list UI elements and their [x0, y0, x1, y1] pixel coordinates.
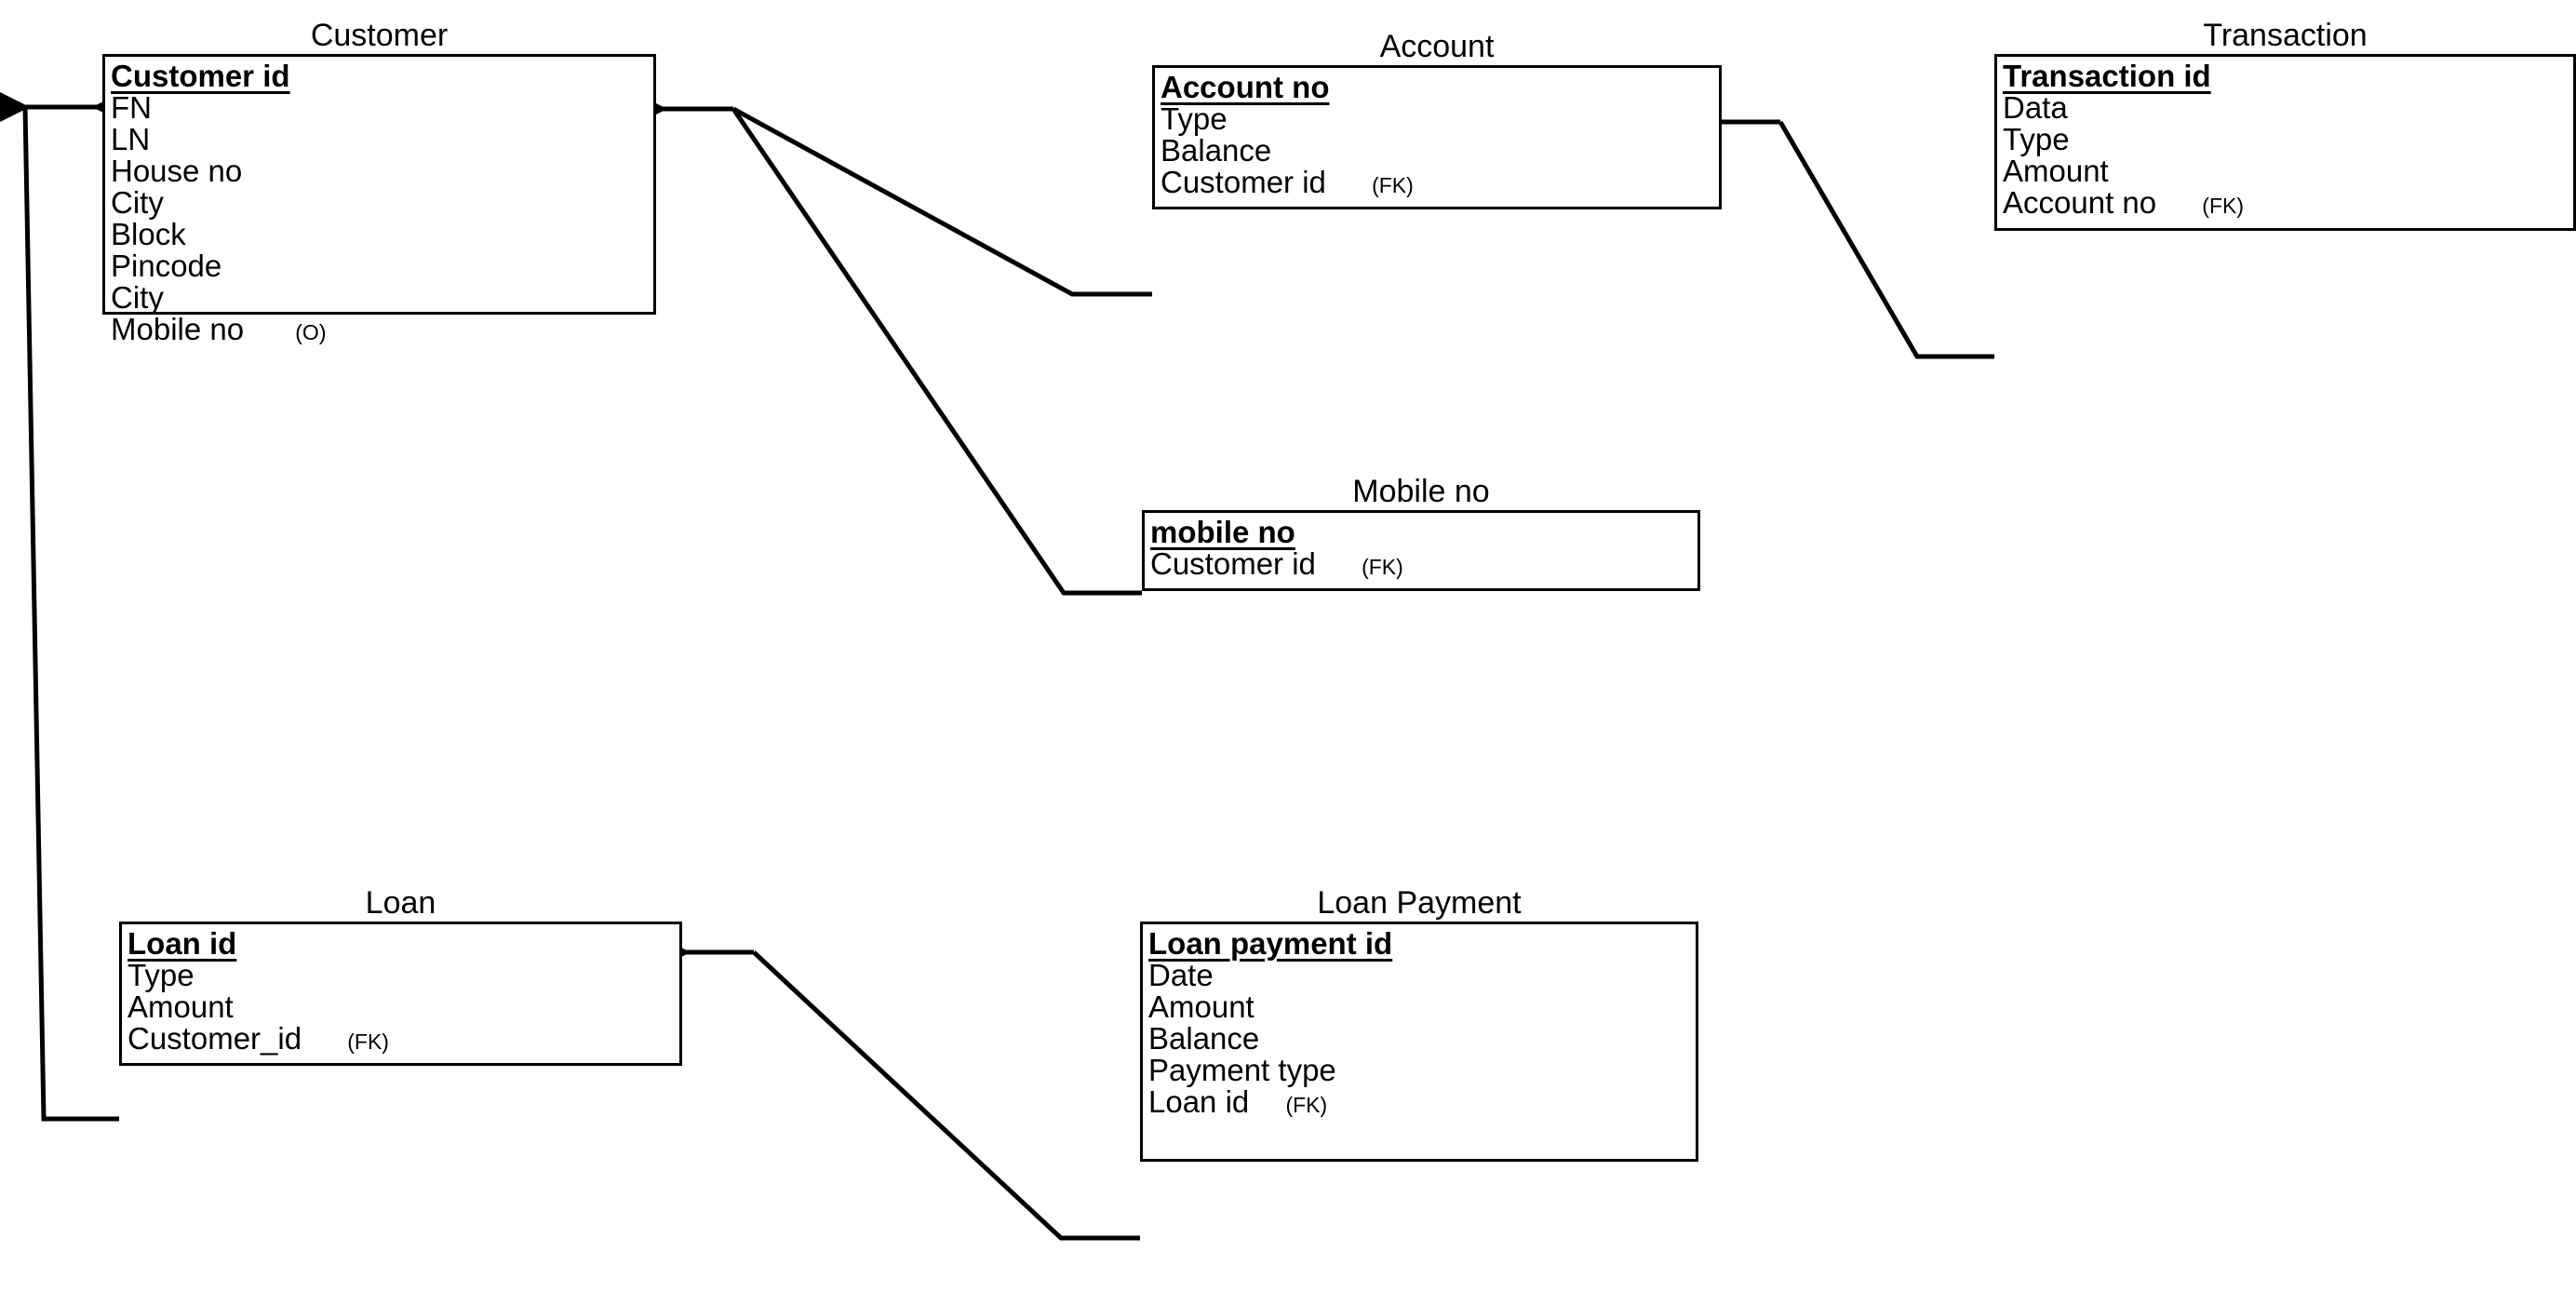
attribute-row: Customer id (FK): [1150, 546, 1403, 581]
attribute-row: Payment type: [1148, 1053, 1336, 1087]
attribute-row: Account no: [1161, 70, 1330, 104]
entity-title-customer: Customer: [310, 18, 449, 53]
attribute-row: Type: [127, 958, 195, 992]
attribute-row: mobile no: [1150, 515, 1295, 549]
attribute-row: Amount: [1148, 989, 1254, 1024]
attribute-row: Customer_id (FK): [127, 1021, 389, 1056]
attribute-row: Data: [2003, 90, 2068, 125]
attribute-list-loan: Loan id Type Amount Customer_id (FK): [122, 924, 679, 1055]
attribute-row: Date: [1148, 958, 1214, 992]
attribute-row: Amount: [127, 989, 234, 1024]
fk-marker: (FK): [1362, 555, 1403, 579]
attribute-row: Loan id (FK): [1148, 1084, 1328, 1119]
attribute-row: Customer id (FK): [1161, 165, 1414, 199]
attribute-row: Mobile no (O): [111, 312, 327, 346]
entity-title-loan-payment: Loan Payment: [1317, 885, 1522, 921]
attribute-row: Transaction id: [2003, 59, 2211, 93]
entity-box-transaction: Transaction id Data Type Amount Account …: [1994, 54, 2576, 231]
er-diagram-canvas: Customer Customer id FN LN House no City: [0, 0, 2576, 1292]
connector-loanpayment-loan: [635, 924, 1140, 1241]
entity-title-account: Account: [1379, 29, 1495, 64]
entity-box-loan: Loan id Type Amount Customer_id (FK): [119, 922, 682, 1066]
attribute-list-loan-payment: Loan payment id Date Amount Balance Paym…: [1143, 924, 1696, 1118]
optional-marker: (O): [295, 320, 327, 344]
entity-box-loan-payment: Loan payment id Date Amount Balance Paym…: [1140, 922, 1698, 1162]
attribute-row: Balance: [1148, 1021, 1260, 1056]
fk-marker: (FK): [1285, 1093, 1328, 1117]
connector-customer-right-branch: [611, 81, 1152, 596]
attribute-row: LN: [111, 122, 151, 156]
attribute-row: Customer id: [111, 59, 290, 93]
attribute-row: Account no (FK): [2003, 185, 2245, 220]
connector-transaction-account: [1670, 94, 1994, 359]
attribute-row: Pincode: [111, 249, 222, 283]
attribute-list-mobile-no: mobile no Customer id (FK): [1145, 513, 1697, 580]
attribute-row: Balance: [1161, 133, 1272, 168]
attribute-row: City: [111, 185, 164, 220]
attribute-list-customer: Customer id FN LN House no City Block Pi…: [105, 57, 653, 345]
attribute-row: Loan payment id: [1148, 926, 1393, 961]
fk-marker: (FK): [2202, 194, 2245, 218]
fk-marker: (FK): [347, 1030, 389, 1054]
entity-title-mobile-no: Mobile no: [1352, 474, 1490, 509]
attribute-row: Amount: [2003, 154, 2109, 188]
attribute-row: House no: [111, 154, 243, 188]
entity-title-transaction: Transaction: [2203, 18, 2368, 53]
entity-title-loan: Loan: [365, 885, 436, 921]
attribute-row: City: [111, 280, 164, 315]
entity-box-customer: Customer id FN LN House no City Block Pi…: [102, 54, 656, 345]
fk-marker: (FK): [1372, 173, 1414, 197]
attribute-row: FN: [111, 90, 152, 125]
attribute-row: Type: [1161, 101, 1228, 136]
entity-box-account: Account no Type Balance Customer id (FK): [1152, 65, 1722, 209]
attribute-row: Type: [2003, 122, 2070, 156]
attribute-row: Block: [111, 217, 186, 251]
attribute-row: Loan id: [127, 926, 237, 961]
attribute-list-transaction: Transaction id Data Type Amount Account …: [1997, 57, 2573, 219]
entity-box-mobile-no: mobile no Customer id (FK): [1142, 510, 1700, 591]
attribute-list-account: Account no Type Balance Customer id (FK): [1155, 68, 1719, 198]
